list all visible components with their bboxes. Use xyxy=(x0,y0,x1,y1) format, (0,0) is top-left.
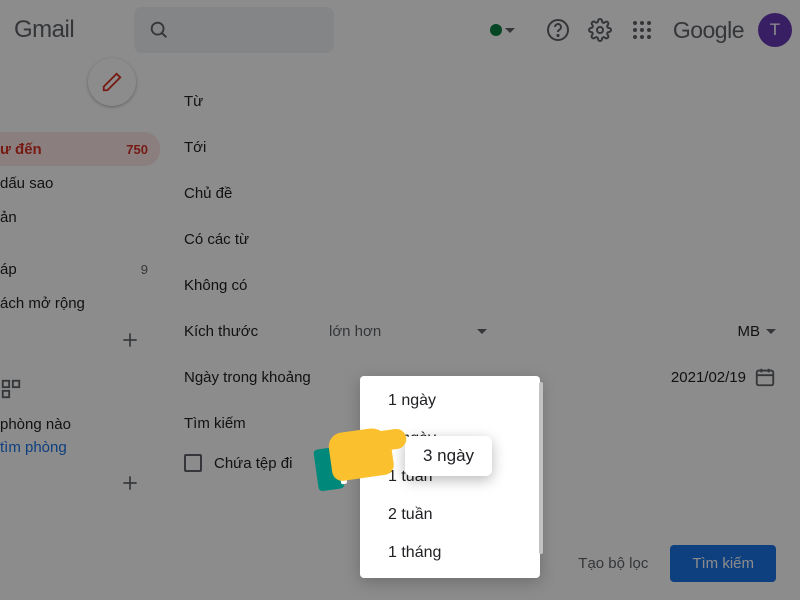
sidebar-item-count: 9 xyxy=(141,262,148,277)
nothave-label: Không có xyxy=(184,277,329,294)
to-label: Tới xyxy=(184,139,329,156)
sidebar-item-label: dấu sao xyxy=(0,175,148,192)
sidebar-item-starred[interactable]: dấu sao xyxy=(0,166,160,200)
size-operator-select[interactable]: lớn hơn xyxy=(329,323,487,340)
add-label-button[interactable] xyxy=(0,320,160,360)
sidebar-item-drafts[interactable]: ản xyxy=(0,200,160,234)
caret-down-icon xyxy=(505,28,515,33)
sidebar-item-inbox[interactable]: ư đến 750 xyxy=(0,132,160,166)
subject-label: Chủ đề xyxy=(184,185,329,202)
haswords-label: Có các từ xyxy=(184,231,329,248)
gmail-logo: Gmail xyxy=(14,16,74,44)
caret-down-icon xyxy=(477,329,487,334)
find-room-link[interactable]: tìm phòng xyxy=(0,439,67,456)
add-room-button[interactable] xyxy=(0,463,160,503)
active-dot-icon xyxy=(490,24,502,36)
size-label: Kích thước xyxy=(184,323,329,340)
grid-icon xyxy=(0,378,22,400)
scrollbar[interactable] xyxy=(539,382,543,554)
search-button[interactable]: Tìm kiếm xyxy=(670,545,776,582)
date-value[interactable]: 2021/02/19 xyxy=(671,369,746,386)
caret-down-icon xyxy=(766,329,776,334)
datewithin-label: Ngày trong khoảng xyxy=(184,369,329,386)
sidebar-item-count: 750 xyxy=(126,142,148,157)
searchin-label: Tìm kiếm xyxy=(184,415,329,432)
sidebar-item-label: áp xyxy=(0,261,141,278)
avatar[interactable]: T xyxy=(758,13,792,47)
compose-button[interactable] xyxy=(88,58,136,106)
sidebar-item-label: ách mở rộng xyxy=(0,295,148,312)
highlighted-option[interactable]: 3 ngày xyxy=(405,436,492,476)
search-icon xyxy=(148,19,170,41)
sidebar: ư đến 750 dấu sao ản áp 9 ách mở rộng xyxy=(0,60,160,600)
apps-button[interactable] xyxy=(622,10,662,50)
calendar-icon[interactable] xyxy=(754,366,776,388)
search-bar[interactable] xyxy=(134,7,334,53)
help-button[interactable] xyxy=(538,10,578,50)
size-unit-select[interactable]: MB xyxy=(738,323,777,340)
google-logo: Google xyxy=(673,17,744,44)
sidebar-item-sent[interactable]: áp 9 xyxy=(0,252,160,286)
dropdown-option[interactable]: 1 tháng xyxy=(360,534,540,572)
sidebar-item-more[interactable]: ách mở rộng xyxy=(0,286,160,320)
dropdown-option[interactable]: 1 ngày xyxy=(360,382,540,420)
settings-button[interactable] xyxy=(580,10,620,50)
has-attachment-checkbox[interactable] xyxy=(184,454,202,472)
sidebar-item-label: ư đến xyxy=(0,141,126,158)
status-indicator[interactable] xyxy=(484,18,521,42)
meet-empty-text: phòng nào tìm phòng xyxy=(0,414,160,459)
create-filter-link[interactable]: Tạo bộ lọc xyxy=(578,555,648,572)
has-attachment-label: Chứa tệp đi xyxy=(214,455,292,472)
pointer-hand-icon xyxy=(330,430,392,478)
from-label: Từ xyxy=(184,93,329,110)
dropdown-option[interactable]: 2 tuần xyxy=(360,496,540,534)
sidebar-item-label: ản xyxy=(0,209,148,226)
